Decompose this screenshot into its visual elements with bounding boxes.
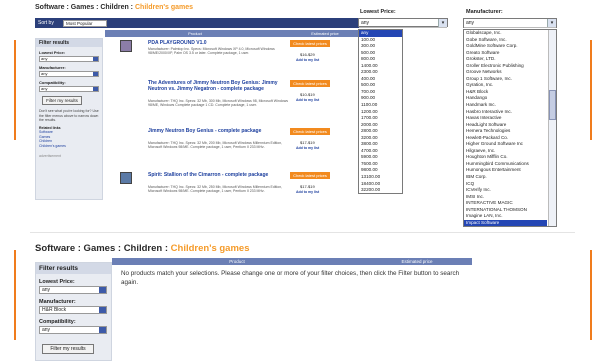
compatibility-select[interactable]: any	[39, 326, 107, 334]
filter-button[interactable]: Filter my results	[42, 344, 94, 354]
compatibility-select[interactable]: any	[39, 86, 99, 92]
product-row: Spirit: Stallion of the Cimarron - compl…	[115, 172, 365, 212]
manufacturer-select[interactable]: any	[39, 71, 99, 77]
filter-note: Don't see what you're looking for? Use t…	[39, 109, 99, 122]
lowest-price-dropdown[interactable]: any ▾	[358, 18, 448, 28]
sort-bar: Sort by Most Popular	[35, 18, 365, 28]
check-prices-button[interactable]: Check latest prices	[290, 172, 330, 179]
related-link[interactable]: Children's games	[39, 144, 99, 149]
chevron-down-icon[interactable]: ▾	[547, 19, 556, 27]
lowest-price-label: Lowest Price:	[39, 50, 66, 55]
filter-button[interactable]: Filter my results	[42, 96, 82, 105]
product-row: The Adventures of Jimmy Neutron Boy Geni…	[115, 80, 365, 120]
check-prices-button[interactable]: Check latest prices	[290, 40, 330, 47]
dropdown-option[interactable]: 32200.00	[359, 187, 402, 194]
product-description: Manufacturer: Palmtop Inc. Specs: Micros…	[148, 47, 275, 56]
product-title[interactable]: The Adventures of Jimmy Neutron Boy Geni…	[148, 80, 288, 92]
manufacturer-dropdown[interactable]: any ▾	[463, 18, 557, 28]
check-prices-button[interactable]: Check latest prices	[290, 80, 330, 87]
left-accent-bar-bottom	[14, 250, 16, 340]
add-to-list-link[interactable]: Add to my list	[296, 98, 319, 102]
product-description: Manufacturer: THQ Inc. Specs: 32 Mb, 250…	[148, 185, 283, 194]
product-row: PDA PLAYGROUND V1.0 Manufacturer: Palmto…	[115, 40, 365, 80]
lowest-price-select[interactable]: any	[39, 286, 107, 294]
no-results-message: No products match your selections. Pleas…	[121, 270, 460, 286]
manufacturer-dropdown-label: Manufacturer:	[466, 9, 503, 15]
lowest-price-options[interactable]: any 100.00 300.00 500.00 800.00 1400.00 …	[358, 29, 403, 194]
lowest-price-dropdown-value[interactable]: any ▾	[359, 19, 447, 28]
lowest-price-dropdown-label: Lowest Price:	[360, 9, 396, 15]
manufacturer-current: any	[466, 20, 475, 26]
manufacturer-label: Manufacturer:	[39, 299, 76, 305]
column-label-price: Estimated price	[401, 259, 433, 264]
product-title[interactable]: Jimmy Neutron Boy Genius - complete pack…	[148, 128, 288, 134]
breadcrumb: Software : Games : Children :	[35, 4, 134, 11]
product-title[interactable]: Spirit: Stallion of the Cimarron - compl…	[148, 172, 288, 178]
related-links-title: Related links	[39, 125, 61, 130]
product-row: Jimmy Neutron Boy Genius - complete pack…	[115, 128, 365, 168]
check-prices-button[interactable]: Check latest prices	[290, 128, 330, 135]
column-header-product: Product	[112, 258, 362, 265]
add-to-list-link[interactable]: Add to my list	[296, 190, 319, 194]
manufacturer-options[interactable]: Globalscape, Inc. Gobe Software, Inc. Go…	[463, 29, 557, 227]
related-links: Related links Software Games Children Ch…	[39, 126, 99, 149]
manufacturer-select[interactable]: H&R Block	[39, 306, 107, 314]
breadcrumb-current: Children's games	[170, 243, 250, 254]
right-accent-bar	[590, 40, 592, 140]
section-divider	[30, 232, 575, 233]
product-image[interactable]	[120, 40, 132, 52]
filter-panel: Filter results Lowest Price: any Manufac…	[35, 38, 103, 200]
sort-label: Sort by	[38, 20, 54, 26]
column-label-product: Product	[188, 31, 202, 36]
column-header-price: Estimated price	[285, 30, 365, 37]
lowest-price-label: Lowest Price:	[39, 279, 75, 285]
add-to-list-link[interactable]: Add to my list	[296, 58, 319, 62]
column-label-product: Product	[229, 259, 245, 264]
column-header-price: Estimated price	[362, 258, 472, 265]
scrollbar[interactable]	[548, 30, 556, 226]
filter-title: Filter results	[36, 39, 102, 47]
product-description: Manufacturer: THQ Inc. Specs: 32 Mb, 200…	[148, 141, 283, 150]
advertisement-label: advertisement	[39, 154, 61, 158]
lowest-price-select[interactable]: any	[39, 56, 99, 62]
product-title[interactable]: PDA PLAYGROUND V1.0	[148, 40, 288, 46]
scrollbar-thumb[interactable]	[549, 90, 556, 120]
filter-panel: Filter results Lowest Price: any Manufac…	[35, 262, 112, 361]
manufacturer-label: Manufacturer:	[39, 65, 66, 70]
compatibility-label: Compatibility:	[39, 319, 76, 325]
column-label-price: Estimated price	[311, 31, 339, 36]
product-price: $16-$29	[300, 52, 315, 57]
dropdown-option[interactable]: Impact Software	[464, 219, 547, 227]
product-price: $17-$19	[300, 140, 315, 145]
page-title: Software : Games : Children : Children's…	[35, 4, 193, 11]
product-price: $10-$19	[300, 92, 315, 97]
sort-select[interactable]: Most Popular	[63, 19, 107, 27]
lowest-price-current: any	[361, 20, 370, 26]
left-accent-bar	[14, 40, 16, 140]
add-to-list-link[interactable]: Add to my list	[296, 146, 319, 150]
breadcrumb: Software : Games : Children :	[35, 243, 169, 254]
product-price: $17-$19	[300, 184, 315, 189]
page-title: Software : Games : Children : Children's…	[35, 243, 249, 254]
right-accent-bar-bottom	[590, 250, 592, 340]
product-description: Manufacturer: THQ Inc. Specs: 32 Mb, 300…	[148, 99, 288, 108]
column-header-product: Product	[105, 30, 285, 37]
breadcrumb-current: Children's games	[134, 4, 194, 11]
filter-title: Filter results	[36, 263, 111, 274]
compatibility-label: Compatibility:	[39, 80, 66, 85]
product-image[interactable]	[120, 172, 132, 184]
manufacturer-dropdown-value[interactable]: any ▾	[464, 19, 556, 28]
chevron-down-icon[interactable]: ▾	[438, 19, 447, 27]
